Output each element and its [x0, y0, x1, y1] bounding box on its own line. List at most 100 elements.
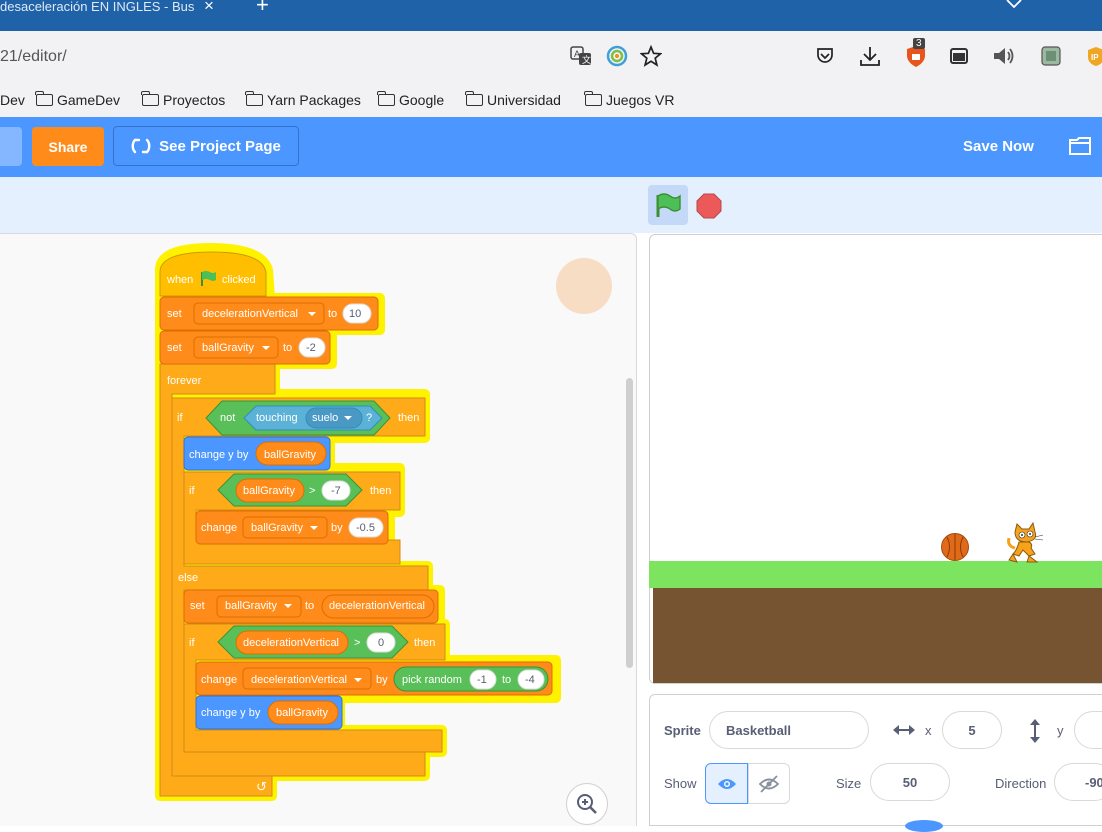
- url-field[interactable]: 21/editor/: [0, 48, 67, 66]
- variable-name: ballGravity: [243, 485, 295, 497]
- stage-grass: [649, 561, 1102, 588]
- bookmark-star-icon[interactable]: [640, 45, 662, 67]
- download-icon[interactable]: [859, 45, 881, 67]
- speaker-icon[interactable]: [992, 45, 1016, 67]
- variable-name: decelerationVertical: [329, 600, 425, 612]
- svg-text:文: 文: [582, 54, 591, 65]
- number-value: -0.5: [356, 522, 375, 534]
- x-position-input[interactable]: 5: [942, 711, 1002, 749]
- then-label: then: [414, 637, 435, 649]
- zoom-in-icon: [577, 794, 597, 814]
- forever-label: forever: [167, 375, 202, 387]
- code-scrollbar[interactable]: [626, 378, 633, 668]
- question-mark: ?: [366, 412, 372, 424]
- pocket-icon[interactable]: [815, 46, 835, 66]
- translate-icon[interactable]: A文: [570, 45, 592, 67]
- hat-when-label: when: [166, 274, 193, 286]
- set-label: set: [167, 342, 182, 354]
- sprite-name-input[interactable]: Basketball: [709, 711, 869, 749]
- not-label: not: [220, 412, 235, 424]
- green-flag-button[interactable]: [648, 185, 688, 225]
- variable-name: ballGravity: [264, 449, 316, 461]
- bookmark-item[interactable]: Dev: [0, 90, 25, 110]
- size-label: Size: [836, 776, 862, 791]
- by-label: by: [331, 522, 343, 534]
- basketball-sprite[interactable]: [941, 533, 969, 561]
- then-label: then: [398, 412, 419, 424]
- change-y-label: change y by: [201, 707, 261, 719]
- see-project-icon: [131, 138, 151, 154]
- bookmark-folder[interactable]: Yarn Packages: [245, 90, 361, 110]
- touching-label: touching: [256, 412, 298, 424]
- browser-tab[interactable]: desaceleración EN INGLES - Bus ×: [0, 0, 214, 16]
- change-label: change: [201, 674, 237, 686]
- extension-badge: 3: [913, 38, 925, 49]
- ip-extension-icon[interactable]: IP: [1086, 45, 1102, 67]
- eye-icon: [717, 778, 736, 789]
- change-label: change: [201, 522, 237, 534]
- see-project-page-button[interactable]: See Project Page: [113, 126, 299, 166]
- x-label: x: [925, 723, 932, 738]
- to-label: to: [502, 674, 511, 686]
- new-tab-button[interactable]: +: [256, 0, 269, 18]
- tab-list-chevron-icon[interactable]: [1006, 0, 1022, 10]
- script-stack[interactable]: when clicked set decelerationVertical to…: [150, 242, 570, 812]
- save-now-button[interactable]: Save Now: [963, 138, 1034, 155]
- folder-icon: [245, 91, 263, 106]
- to-label: to: [305, 600, 314, 612]
- else-label: else: [178, 572, 198, 584]
- direction-label: Direction: [995, 776, 1047, 791]
- hide-sprite-button[interactable]: [748, 763, 790, 804]
- if-label: if: [189, 485, 195, 497]
- folder-icon: [377, 91, 395, 106]
- ublock-extension-icon[interactable]: 3: [904, 38, 928, 68]
- basketball-lines: [946, 534, 964, 560]
- stop-button[interactable]: [696, 193, 722, 219]
- loop-arrow-icon: ↺: [256, 779, 267, 794]
- size-input[interactable]: 50: [870, 763, 950, 801]
- direction-input[interactable]: -90: [1054, 763, 1102, 801]
- to-label: to: [283, 342, 292, 354]
- variable-name: decelerationVertical: [243, 637, 339, 649]
- number-value: -2: [306, 342, 316, 354]
- pick-random-label: pick random: [402, 674, 462, 686]
- my-stuff-folder-icon[interactable]: [1068, 135, 1094, 157]
- title-field-edge[interactable]: [0, 127, 22, 166]
- operator-label: >: [309, 485, 315, 497]
- window-icon[interactable]: [949, 46, 969, 66]
- folder-icon: [584, 91, 602, 106]
- number-value: -7: [331, 485, 341, 497]
- bookmark-folder[interactable]: Google: [377, 90, 444, 110]
- sprite-label: Sprite: [664, 723, 701, 738]
- set-label: set: [167, 308, 182, 320]
- see-project-label: See Project Page: [159, 137, 281, 155]
- operator-label: >: [354, 637, 360, 649]
- zoom-in-button[interactable]: [566, 783, 608, 825]
- folder-icon: [465, 91, 483, 106]
- bookmark-folder[interactable]: Proyectos: [141, 90, 225, 110]
- bookmark-folder[interactable]: GameDev: [35, 90, 120, 110]
- cat-sprite[interactable]: [1005, 522, 1045, 564]
- extension-ring-icon[interactable]: [606, 45, 628, 67]
- if-label: if: [177, 412, 183, 424]
- folder-icon: [141, 91, 159, 106]
- number-value: 10: [349, 308, 361, 320]
- bookmark-folder[interactable]: Universidad: [465, 90, 561, 110]
- stage-header: [0, 177, 1102, 233]
- y-arrows-icon: [1030, 719, 1040, 743]
- variable-name: ballGravity: [251, 522, 303, 534]
- sidebar-extension-icon[interactable]: [1040, 45, 1062, 67]
- tab-close-icon[interactable]: ×: [204, 0, 214, 15]
- eye-hidden-icon: [758, 774, 780, 793]
- variable-name: ballGravity: [276, 707, 328, 719]
- address-bar: [0, 31, 1102, 84]
- share-button[interactable]: Share: [32, 127, 104, 166]
- stage-ground: [653, 588, 1102, 683]
- variable-name: decelerationVertical: [251, 674, 347, 686]
- number-value: 0: [378, 637, 384, 649]
- show-sprite-button[interactable]: [705, 763, 748, 804]
- sprite-selector-edge: [905, 820, 943, 832]
- bookmark-folder[interactable]: Juegos VR: [584, 90, 674, 110]
- touching-target: suelo: [312, 412, 338, 424]
- then-label: then: [370, 485, 391, 497]
